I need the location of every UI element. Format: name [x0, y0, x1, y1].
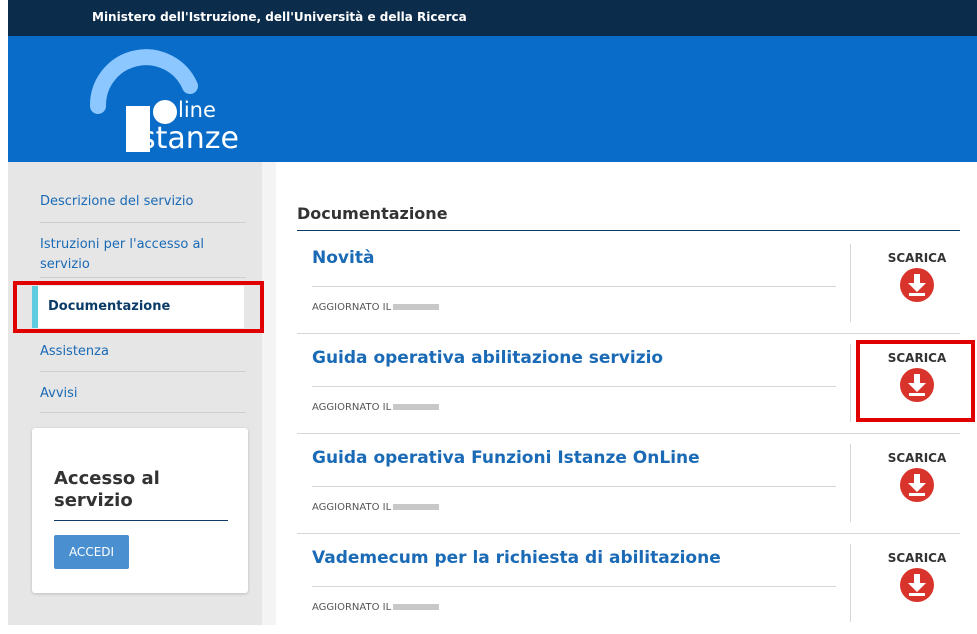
sidebar-item-label: Istruzioni per l'accesso al servizio [40, 237, 205, 272]
doc-updated-label: AGGIORNATO IL [312, 402, 392, 413]
scarica-label[interactable]: SCARICA [877, 251, 957, 265]
sidebar-item-assistenza[interactable]: Assistenza [40, 342, 246, 372]
doc-updated: AGGIORNATO IL [312, 602, 440, 613]
doc-row: Novità AGGIORNATO IL SCARICA [297, 234, 960, 334]
page-title: Documentazione [297, 204, 448, 223]
page-title-rule [297, 230, 960, 231]
doc-updated: AGGIORNATO IL [312, 402, 440, 413]
doc-updated-date-blurred [393, 404, 440, 410]
download-icon[interactable] [900, 268, 934, 302]
ministry-topbar: Ministero dell'Istruzione, dell'Universi… [8, 0, 977, 36]
doc-title-link[interactable]: Novità [312, 248, 374, 268]
doc-title-link[interactable]: Guida operativa abilitazione servizio [312, 348, 663, 368]
sidebar-item-label: Avvisi [40, 386, 78, 401]
logo-text-istanze: stanze [140, 121, 239, 156]
doc-divider [312, 586, 836, 587]
login-card: Accesso al servizio ACCEDI [32, 428, 248, 593]
doc-row: Guida operativa Funzioni Istanze OnLine … [297, 434, 960, 534]
doc-divider [312, 486, 836, 487]
logo-text-online: n line [158, 98, 216, 122]
doc-row: Vademecum per la richiesta di abilitazio… [297, 534, 960, 634]
sidebar-gutter [262, 162, 276, 625]
doc-updated-date-blurred [393, 504, 440, 510]
site-header: n line stanze [8, 36, 977, 162]
doc-column-divider [850, 244, 851, 322]
doc-title-link[interactable]: Guida operativa Funzioni Istanze OnLine [312, 448, 700, 468]
doc-divider [312, 286, 836, 287]
sidebar-item-avvisi[interactable]: Avvisi [40, 384, 246, 413]
doc-updated-label: AGGIORNATO IL [312, 502, 392, 513]
doc-column-divider [850, 344, 851, 422]
sidebar-item-descrizione[interactable]: Descrizione del servizio [40, 192, 246, 223]
accedi-button[interactable]: ACCEDI [54, 535, 129, 569]
doc-updated-date-blurred [393, 304, 440, 310]
scarica-label[interactable]: SCARICA [877, 551, 957, 565]
doc-updated-label: AGGIORNATO IL [312, 602, 392, 613]
sidebar-item-istruzioni[interactable]: Istruzioni per l'accesso al servizio [40, 235, 246, 278]
doc-title-link[interactable]: Vademecum per la richiesta di abilitazio… [312, 548, 721, 568]
download-icon[interactable] [900, 468, 934, 502]
login-title: Accesso al servizio [54, 468, 160, 511]
sidebar-item-label: Assistenza [40, 344, 109, 359]
highlight-box-documentazione [13, 281, 264, 333]
doc-updated: AGGIORNATO IL [312, 502, 440, 513]
doc-column-divider [850, 444, 851, 522]
doc-updated-label: AGGIORNATO IL [312, 302, 392, 313]
login-divider [54, 520, 228, 521]
doc-updated-date-blurred [393, 604, 440, 610]
doc-column-divider [850, 544, 851, 622]
highlight-box-download [856, 340, 975, 422]
sidebar-item-label: Descrizione del servizio [40, 194, 194, 209]
download-icon[interactable] [900, 568, 934, 602]
ministry-name: Ministero dell'Istruzione, dell'Universi… [92, 10, 467, 24]
scarica-label[interactable]: SCARICA [877, 451, 957, 465]
doc-divider [312, 386, 836, 387]
doc-updated: AGGIORNATO IL [312, 302, 440, 313]
